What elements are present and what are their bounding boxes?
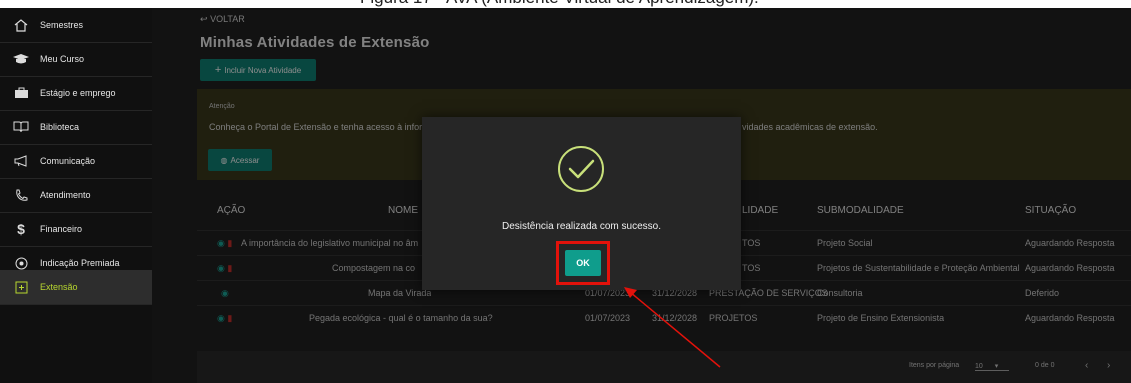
sidebar-item-semestres[interactable]: Semestres bbox=[0, 8, 152, 43]
sidebar-item-extensao[interactable]: Extensão bbox=[0, 270, 152, 305]
sidebar-item-estagio[interactable]: Estágio e emprego bbox=[0, 76, 152, 111]
success-dialog: Desistência realizada com sucesso. OK bbox=[422, 117, 741, 290]
success-check-icon bbox=[558, 146, 604, 192]
dollar-icon: $ bbox=[17, 221, 25, 237]
sidebar-item-biblioteca[interactable]: Biblioteca bbox=[0, 110, 152, 145]
share-icon bbox=[10, 255, 32, 271]
sidebar-item-label: Financeiro bbox=[40, 224, 83, 234]
sidebar-item-comunicacao[interactable]: Comunicação bbox=[0, 144, 152, 179]
sidebar-item-atendimento[interactable]: Atendimento bbox=[0, 178, 152, 213]
sidebar-item-financeiro[interactable]: $ Financeiro bbox=[0, 212, 152, 247]
sidebar-item-label: Atendimento bbox=[40, 190, 91, 200]
sidebar-item-label: Semestres bbox=[40, 20, 84, 30]
sidebar-item-label: Meu Curso bbox=[40, 54, 85, 64]
caption-text: Figura 17 - AVA (Ambiente Virtual de Apr… bbox=[360, 0, 759, 8]
sidebar-item-label: Biblioteca bbox=[40, 122, 80, 132]
sidebar-item-label: Comunicação bbox=[40, 156, 96, 166]
sidebar: Semestres Meu Curso Estágio e emprego Bi… bbox=[0, 8, 152, 383]
sidebar-item-meu-curso[interactable]: Meu Curso bbox=[0, 42, 152, 77]
book-icon bbox=[10, 119, 32, 135]
sidebar-item-label: Estágio e emprego bbox=[40, 88, 116, 98]
extension-icon bbox=[10, 279, 32, 295]
home-icon bbox=[10, 17, 32, 33]
megaphone-icon bbox=[10, 153, 32, 169]
sidebar-item-label: Indicação Premiada bbox=[40, 258, 120, 268]
sidebar-item-label: Extensão bbox=[40, 282, 78, 292]
briefcase-icon bbox=[10, 85, 32, 101]
ok-highlight-box: OK bbox=[556, 241, 610, 285]
figure-caption: Figura 17 - AVA (Ambiente Virtual de Apr… bbox=[0, 0, 1131, 8]
phone-icon bbox=[10, 187, 32, 203]
success-message: Desistência realizada com sucesso. bbox=[502, 221, 661, 232]
ok-button[interactable]: OK bbox=[565, 250, 601, 276]
graduation-cap-icon bbox=[10, 51, 32, 67]
